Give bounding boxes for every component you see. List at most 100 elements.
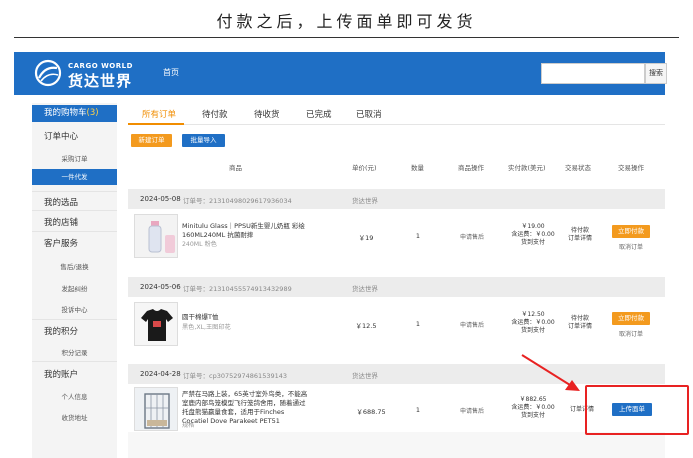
apply-after-sales-link[interactable]: 申请售后 — [450, 320, 494, 329]
sidebar-cart-label: 我的购物车 — [44, 108, 87, 118]
sidebar-item-personal-info[interactable]: 个人信息 — [32, 391, 117, 401]
sidebar-item-disputes[interactable]: 发起纠纷 — [32, 283, 117, 293]
sidebar-item-cart[interactable]: 我的购物车(3) — [32, 105, 117, 122]
paid-shipping: 含运费：￥0.00 — [511, 319, 555, 326]
sidebar-item-my-account[interactable]: 我的账户 — [32, 368, 117, 380]
paid-note: 货到支付 — [520, 327, 545, 334]
order-seller: 货达世界 — [352, 372, 378, 380]
order-header: 2024-05-08 订单号：21310498029617936034 货达世界 — [128, 189, 665, 209]
bulk-import-button[interactable]: 批量导入 — [182, 134, 225, 147]
order-date: 2024-05-06 — [140, 283, 181, 291]
order-number: 订单号：21310455574913432989 — [183, 285, 292, 293]
th-paid: 实付款(美元) — [508, 164, 546, 172]
sidebar-divider — [32, 319, 117, 320]
sidebar-divider — [32, 361, 117, 362]
cancel-order-link[interactable]: 取消订单 — [612, 329, 650, 338]
sidebar: 我的购物车(3) 订单中心 采购订单 一件代发 我的选品 我的店铺 客户服务 售… — [32, 103, 117, 458]
apply-after-sales-link[interactable]: 申请售后 — [450, 232, 494, 241]
order-date: 2024-04-28 — [140, 370, 181, 378]
paid-shipping: 含运费：￥0.00 — [511, 231, 555, 238]
sidebar-divider — [32, 191, 117, 192]
paid-amount: ￥882.65 含运费：￥0.00 货到支付 — [502, 396, 564, 420]
apply-after-sales-link[interactable]: 申请售后 — [450, 406, 494, 415]
sidebar-item-my-points[interactable]: 我的积分 — [32, 325, 117, 337]
black-tshirt-image-icon — [135, 303, 177, 345]
th-product-ops: 商品操作 — [458, 164, 484, 172]
logo-cn-text: 货达世界 — [68, 72, 133, 90]
paid-shipping: 含运费：￥0.00 — [511, 404, 555, 411]
th-status: 交易状态 — [565, 164, 591, 172]
product-thumbnail[interactable] — [134, 214, 178, 258]
th-quantity: 数量 — [411, 164, 424, 172]
status-text: 待付款 — [570, 315, 589, 322]
th-unit-price: 单价(元) — [352, 164, 377, 172]
unit-price: ￥12.5 — [355, 322, 377, 330]
paid-note: 货到支付 — [520, 412, 545, 419]
paid-total: ￥882.65 — [519, 396, 547, 403]
tab-pending-receipt[interactable]: 待收货 — [254, 108, 280, 120]
paid-total: ￥12.50 — [521, 311, 545, 318]
sidebar-item-dropship[interactable]: 一件代发 — [32, 169, 117, 185]
table-row: Minitulu Glass｜PPSU新生婴儿奶瓶 彩绘160ML240ML 抗… — [128, 209, 665, 269]
tab-completed[interactable]: 已完成 — [306, 108, 332, 120]
product-title[interactable]: 圆干棉爆T恤 — [182, 313, 310, 322]
pay-now-button[interactable]: 立即付款 — [612, 312, 650, 325]
order-status: 待付款 订单详情 — [560, 315, 600, 331]
unit-price: ￥688.75 — [356, 408, 386, 416]
order-detail-link[interactable]: 订单详情 — [560, 235, 600, 243]
pay-now-button[interactable]: 立即付款 — [612, 225, 650, 238]
cart-count-badge: (3) — [86, 108, 99, 118]
sidebar-item-my-picks[interactable]: 我的选品 — [32, 196, 117, 208]
highlight-callout-box — [585, 385, 689, 435]
product-spec: 240ML 粉色 — [182, 241, 217, 248]
baby-bottle-image-icon — [135, 215, 177, 257]
product-thumbnail[interactable] — [134, 302, 178, 346]
order-header: 2024-05-06 订单号：21310455574913432989 货达世界 — [128, 277, 665, 297]
sidebar-item-complaints[interactable]: 投诉中心 — [32, 304, 117, 314]
new-order-button[interactable]: 新建订单 — [131, 134, 172, 147]
order-detail-link[interactable]: 订单详情 — [560, 323, 600, 331]
th-product: 商品 — [229, 164, 242, 172]
order-tabs: 所有订单 待付款 待收货 已完成 已取消 — [128, 103, 665, 125]
sidebar-item-purchase-order[interactable]: 采购订单 — [32, 153, 117, 163]
order-date: 2024-05-08 — [140, 195, 181, 203]
sidebar-item-shipping-address[interactable]: 收货地址 — [32, 412, 117, 422]
active-tab-indicator — [128, 123, 184, 125]
product-title[interactable]: Minitulu Glass｜PPSU新生婴儿奶瓶 彩绘160ML240ML 抗… — [182, 222, 310, 240]
sidebar-item-my-store[interactable]: 我的店铺 — [32, 216, 117, 228]
search-button[interactable]: 搜索 — [645, 63, 667, 84]
product-thumbnail[interactable] — [134, 387, 178, 431]
search-input[interactable] — [541, 63, 645, 84]
paid-amount: ￥19.00 含运费：￥0.00 货到支付 — [502, 223, 564, 247]
cargo-world-logo-icon[interactable] — [33, 58, 63, 88]
order-status: 待付款 订单详情 — [560, 227, 600, 243]
product-title[interactable]: 严禁在马路上装，65英寸室外鸟类，不能高室鹿内部鸟笼模型飞行笼鸽舍用，随着通过托… — [182, 390, 310, 426]
bird-cage-image-icon — [135, 388, 177, 430]
order-header: 2024-04-28 订单号：cp30752974861539143 货达世界 — [128, 364, 665, 384]
sidebar-item-customer-service[interactable]: 客户服务 — [32, 237, 117, 249]
status-text: 待付款 — [570, 227, 589, 234]
tab-all-orders[interactable]: 所有订单 — [142, 108, 176, 120]
quantity: 1 — [415, 232, 421, 240]
table-row: 圆干棉爆T恤 黑色,XL,王图印花 ￥12.5 1 申请售后 ￥12.50 含运… — [128, 297, 665, 355]
paid-amount: ￥12.50 含运费：￥0.00 货到支付 — [502, 311, 564, 335]
tab-cancelled[interactable]: 已取消 — [356, 108, 382, 120]
th-ops: 交易操作 — [618, 164, 644, 172]
table-header: 商品 单价(元) 数量 商品操作 实付款(美元) 交易状态 交易操作 — [128, 157, 665, 177]
sidebar-item-order-center[interactable]: 订单中心 — [32, 130, 117, 142]
page: 付款之后，上传面单即可发货 CARGO WORLD 货达世界 首页 搜索 我的购… — [0, 0, 693, 458]
sidebar-item-after-sales[interactable]: 售后/退换 — [32, 261, 117, 271]
tab-pending-payment[interactable]: 待付款 — [202, 108, 228, 120]
order-seller: 货达世界 — [352, 285, 378, 293]
sidebar-item-points-record[interactable]: 积分记录 — [32, 347, 117, 357]
product-spec: 黑色,XL,王图印花 — [182, 324, 231, 331]
unit-price: ￥19 — [358, 234, 374, 242]
paid-note: 货到支付 — [520, 239, 545, 246]
caption-divider — [14, 37, 679, 38]
paid-total: ￥19.00 — [521, 223, 545, 230]
cancel-order-link[interactable]: 取消订单 — [612, 242, 650, 251]
quantity: 1 — [415, 320, 421, 328]
nav-home-link[interactable]: 首页 — [163, 67, 179, 78]
sidebar-divider — [32, 231, 117, 232]
order-number: 订单号：21310498029617936034 — [183, 197, 292, 205]
